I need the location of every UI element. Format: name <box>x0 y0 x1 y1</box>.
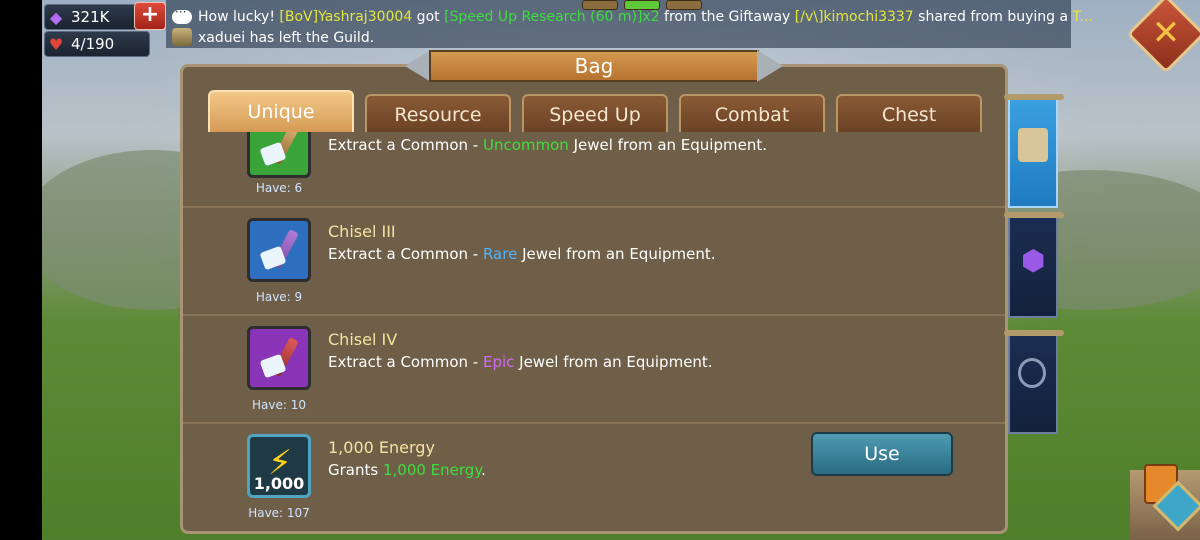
purple-chisel-icon <box>247 326 311 390</box>
close-icon: ✕ <box>1151 13 1181 53</box>
page-indicator <box>666 0 702 10</box>
gems-value: 321K <box>71 8 110 26</box>
item-amount: 1,000 <box>253 474 305 493</box>
heart-icon: ♥ <box>48 34 64 54</box>
tab-resource[interactable]: Resource <box>365 94 511 132</box>
hearts-counter[interactable]: ♥ 4/190 <box>44 31 150 57</box>
item-description: Grants 1,000 Energy. <box>328 461 486 479</box>
shield-icon <box>1018 358 1046 388</box>
tab-unique[interactable]: Unique <box>208 90 354 132</box>
scroll-map-icon <box>1018 128 1048 162</box>
item-name: Chisel III <box>328 222 396 241</box>
arrow-right-icon <box>757 50 783 82</box>
arrow-left-icon <box>405 50 431 82</box>
tab-combat[interactable]: Combat <box>679 94 825 132</box>
item-name: Chisel IV <box>328 330 398 349</box>
item-count: Have: 10 <box>252 398 306 412</box>
guild-icon <box>172 28 192 46</box>
use-button[interactable]: Use <box>811 432 953 476</box>
item-list[interactable]: Have: 6 Extract a Common - Uncommon Jewe… <box>183 132 1005 532</box>
page-indicator <box>582 0 618 10</box>
list-item[interactable]: Have: 6 Extract a Common - Uncommon Jewe… <box>183 132 1005 208</box>
item-description: Extract a Common - Uncommon Jewel from a… <box>328 136 767 154</box>
item-count: Have: 6 <box>255 181 303 195</box>
gem-icon: ◆ <box>49 7 63 27</box>
item-description: Extract a Common - Epic Jewel from an Eq… <box>328 353 713 371</box>
title-banner: Bag <box>405 50 783 84</box>
list-item[interactable]: ⚡ 1,000 Have: 107 1,000 Energy Grants 1,… <box>183 424 1005 532</box>
hearts-value: 4/190 <box>71 35 115 53</box>
buy-gems-button[interactable]: + <box>134 2 166 30</box>
list-item[interactable]: Have: 10 Chisel IV Extract a Common - Ep… <box>183 316 1005 424</box>
green-chisel-icon <box>247 132 311 178</box>
energy-bolt-icon: ⚡ 1,000 <box>247 434 311 498</box>
tab-speed-up[interactable]: Speed Up <box>522 94 668 132</box>
side-tab-equipment[interactable] <box>1004 330 1064 434</box>
page-title: Bag <box>429 50 759 82</box>
chat-line: How lucky! [BoV]Yashraj30004 got [Speed … <box>198 9 1093 25</box>
chat-bubble-icon <box>172 5 192 24</box>
chat-line: xaduei has left the Guild. <box>198 30 375 46</box>
side-tab-gems[interactable]: ⬢ <box>1004 212 1064 318</box>
side-tab-items[interactable] <box>1004 94 1064 208</box>
item-count: Have: 107 <box>248 506 310 520</box>
purple-gem-icon: ⬢ <box>1021 244 1046 277</box>
item-name: 1,000 Energy <box>328 438 435 457</box>
page-indicator-active <box>624 0 660 10</box>
chat-ticker[interactable]: How lucky! [BoV]Yashraj30004 got [Speed … <box>166 0 1093 48</box>
list-item[interactable]: Have: 9 Chisel III Extract a Common - Ra… <box>183 208 1005 316</box>
item-count: Have: 9 <box>255 290 303 304</box>
item-description: Extract a Common - Rare Jewel from an Eq… <box>328 245 716 263</box>
blue-chisel-icon <box>247 218 311 282</box>
tab-chest[interactable]: Chest <box>836 94 982 132</box>
